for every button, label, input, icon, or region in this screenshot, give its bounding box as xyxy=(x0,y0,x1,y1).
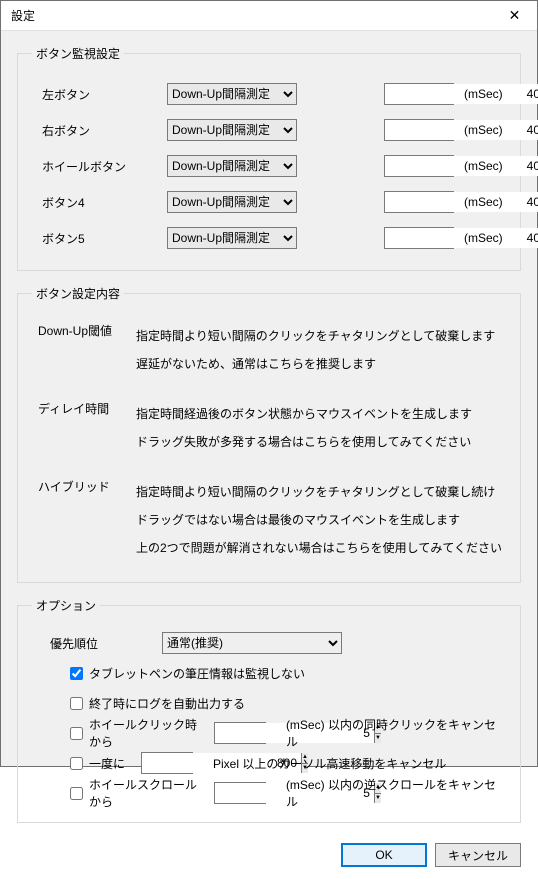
value-spinbox[interactable]: ▲▼ xyxy=(384,191,454,213)
row-button5: ボタン5 Down-Up間隔測定 ▲▼ (mSec) xyxy=(32,220,506,256)
row-label: ホイールボタン xyxy=(32,158,167,175)
close-button[interactable]: ✕ xyxy=(492,1,537,31)
check-post: (mSec) 以内の同時クリックをキャンセル xyxy=(272,716,506,750)
group-legend: オプション xyxy=(32,597,100,614)
window-title: 設定 xyxy=(11,7,492,24)
tablet-checkbox[interactable] xyxy=(70,667,83,680)
mode-select[interactable]: Down-Up間隔測定 xyxy=(167,155,297,177)
unit-label: (mSec) xyxy=(454,231,506,245)
desc-label: Down-Up閾値 xyxy=(36,322,136,378)
value-spinbox[interactable]: ▲▼ xyxy=(384,119,454,141)
option-group: オプション 優先順位 通常(推奨) タブレットペンの筆圧情報は監視しない 終了時… xyxy=(17,597,521,823)
wheelclick-checkbox[interactable] xyxy=(70,727,83,740)
desc-label: ハイブリッド xyxy=(36,478,136,562)
desc-delay: ディレイ時間 指定時間経過後のボタン状態からマウスイベントを生成します ドラッグ… xyxy=(32,394,506,472)
wheelscroll-spinbox[interactable]: ▲▼ xyxy=(214,782,266,804)
wheelclick-spinbox[interactable]: ▲▼ xyxy=(214,722,266,744)
unit-label: (mSec) xyxy=(454,87,506,101)
row-right-button: 右ボタン Down-Up間隔測定 ▲▼ (mSec) xyxy=(32,112,506,148)
desc-hybrid: ハイブリッド 指定時間より短い間隔のクリックをチャタリングとして破棄し続け ドラ… xyxy=(32,472,506,568)
row-wheel-button: ホイールボタン Down-Up間隔測定 ▲▼ (mSec) xyxy=(32,148,506,184)
titlebar: 設定 ✕ xyxy=(1,1,537,31)
once-checkbox[interactable] xyxy=(70,757,83,770)
desc-text: 指定時間より短い間隔のクリックをチャタリングとして破棄し続け ドラッグではない場… xyxy=(136,478,506,562)
check-wheel-click: ホイールクリック時から ▲▼ (mSec) 以内の同時クリックをキャンセル xyxy=(32,718,506,748)
desc-downup: Down-Up閾値 指定時間より短い間隔のクリックをチャタリングとして破棄します… xyxy=(32,316,506,394)
check-post: (mSec) 以内の逆スクロールをキャンセル xyxy=(272,776,506,810)
footer: OK キャンセル xyxy=(1,835,537,879)
log-checkbox[interactable] xyxy=(70,697,83,710)
row-label: 左ボタン xyxy=(32,86,167,103)
mode-select[interactable]: Down-Up間隔測定 xyxy=(167,83,297,105)
group-legend: ボタン監視設定 xyxy=(32,45,124,62)
mode-select[interactable]: Down-Up間隔測定 xyxy=(167,119,297,141)
row-left-button: 左ボタン Down-Up間隔測定 ▲▼ (mSec) xyxy=(32,76,506,112)
button-desc-group: ボタン設定内容 Down-Up閾値 指定時間より短い間隔のクリックをチャタリング… xyxy=(17,285,521,583)
button-monitor-group: ボタン監視設定 左ボタン Down-Up間隔測定 ▲▼ (mSec) 右ボタン … xyxy=(17,45,521,271)
check-pre: ホイールスクロールから xyxy=(89,776,208,810)
settings-window: 設定 ✕ ボタン監視設定 左ボタン Down-Up間隔測定 ▲▼ (mSec) … xyxy=(0,0,538,767)
priority-label: 優先順位 xyxy=(50,635,162,652)
wheelscroll-checkbox[interactable] xyxy=(70,787,83,800)
check-tablet: タブレットペンの筆圧情報は監視しない xyxy=(32,658,506,688)
priority-row: 優先順位 通常(推奨) xyxy=(32,628,506,658)
content-area: ボタン監視設定 左ボタン Down-Up間隔測定 ▲▼ (mSec) 右ボタン … xyxy=(1,31,537,835)
row-label: ボタン5 xyxy=(32,230,167,247)
row-label: 右ボタン xyxy=(32,122,167,139)
mode-select[interactable]: Down-Up間隔測定 xyxy=(167,191,297,213)
priority-select[interactable]: 通常(推奨) xyxy=(162,632,342,654)
check-post: Pixel 以上のカーソル高速移動をキャンセル xyxy=(199,755,446,772)
unit-label: (mSec) xyxy=(454,195,506,209)
row-button4: ボタン4 Down-Up間隔測定 ▲▼ (mSec) xyxy=(32,184,506,220)
mode-select[interactable]: Down-Up間隔測定 xyxy=(167,227,297,249)
group-legend: ボタン設定内容 xyxy=(32,285,124,302)
desc-text: 指定時間より短い間隔のクリックをチャタリングとして破棄します 遅延がないため、通… xyxy=(136,322,506,378)
unit-label: (mSec) xyxy=(454,123,506,137)
ok-button[interactable]: OK xyxy=(341,843,427,867)
desc-text: 指定時間経過後のボタン状態からマウスイベントを生成します ドラッグ失敗が多発する… xyxy=(136,400,506,456)
unit-label: (mSec) xyxy=(454,159,506,173)
check-wheel-scroll: ホイールスクロールから ▲▼ (mSec) 以内の逆スクロールをキャンセル xyxy=(32,778,506,808)
check-log: 終了時にログを自動出力する xyxy=(32,688,506,718)
check-once: 一度に ▲▼ Pixel 以上のカーソル高速移動をキャンセル xyxy=(32,748,506,778)
check-pre: 一度に xyxy=(89,755,135,772)
check-pre: ホイールクリック時から xyxy=(89,716,208,750)
row-label: ボタン4 xyxy=(32,194,167,211)
cancel-button[interactable]: キャンセル xyxy=(435,843,521,867)
close-icon: ✕ xyxy=(509,7,521,24)
value-spinbox[interactable]: ▲▼ xyxy=(384,227,454,249)
check-text: タブレットペンの筆圧情報は監視しない xyxy=(89,665,305,682)
value-spinbox[interactable]: ▲▼ xyxy=(384,83,454,105)
desc-label: ディレイ時間 xyxy=(36,400,136,456)
value-spinbox[interactable]: ▲▼ xyxy=(384,155,454,177)
once-spinbox[interactable]: ▲▼ xyxy=(141,752,193,774)
check-text: 終了時にログを自動出力する xyxy=(89,695,245,712)
